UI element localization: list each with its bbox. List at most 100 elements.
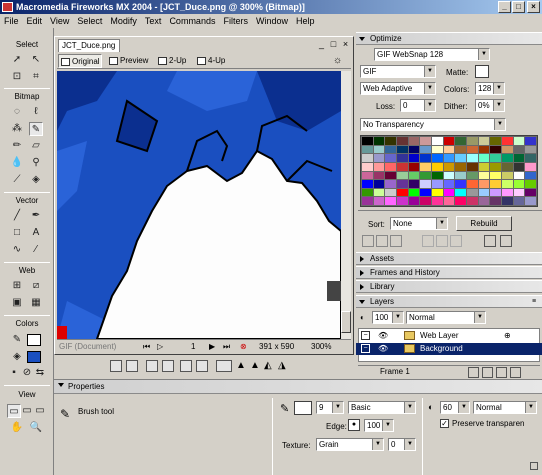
palette-swatch[interactable] [443, 188, 455, 197]
zoom-icon[interactable]: 🔍 [29, 421, 43, 435]
close-button[interactable]: × [527, 1, 540, 13]
rectangle-icon[interactable]: □ [10, 226, 24, 240]
zoom-level[interactable]: 300% [311, 340, 331, 353]
palette-swatch[interactable] [385, 188, 396, 197]
palette-swatch[interactable] [420, 171, 431, 180]
add-mask-icon[interactable] [496, 367, 507, 378]
palette-swatch[interactable] [455, 145, 466, 154]
palette-swatch[interactable] [490, 188, 501, 197]
palette-swatch[interactable] [362, 188, 373, 197]
palette-swatch[interactable] [467, 145, 478, 154]
palette-swatch[interactable] [362, 171, 373, 180]
swap-colors-icon[interactable]: ⇆ [33, 366, 47, 380]
blend-mode-select[interactable]: Normal ▼ [473, 401, 537, 414]
stop-icon[interactable]: ⊗ [240, 340, 247, 353]
select-transparent-icon[interactable] [500, 235, 512, 247]
palette-swatch[interactable] [490, 171, 501, 180]
palette-swatch[interactable] [513, 197, 525, 205]
stroke-size-input[interactable]: 9 ▼ [316, 401, 344, 414]
palette-swatch[interactable] [432, 145, 443, 154]
first-frame-icon[interactable]: ⏮ [143, 340, 150, 353]
optimize-preset-select[interactable]: GIF WebSnap 128 ▼ [374, 48, 490, 61]
standard-screen-icon[interactable]: ▭ [7, 404, 21, 418]
no-color-icon[interactable]: ⊘ [20, 366, 34, 380]
palette-swatch[interactable] [432, 197, 443, 205]
palette-swatch[interactable] [443, 171, 455, 180]
palette-swatch[interactable] [432, 171, 443, 180]
hand-icon[interactable]: ✋ [10, 421, 24, 435]
palette-swatch[interactable] [408, 197, 420, 205]
text-tool-icon[interactable]: A [29, 226, 43, 240]
palette-swatch[interactable] [397, 154, 408, 162]
menu-commands[interactable]: Commands [165, 14, 219, 28]
ungroup-icon[interactable] [126, 360, 138, 372]
bring-front-icon[interactable] [180, 360, 192, 372]
palette-swatch[interactable] [362, 145, 373, 154]
stroke-color-swatch[interactable] [27, 334, 41, 346]
palette-swatch[interactable] [502, 171, 513, 180]
palette-swatch[interactable] [455, 197, 466, 205]
hide-slices-icon[interactable]: ▣ [10, 296, 24, 310]
transparent-icon[interactable] [376, 235, 388, 247]
palette-swatch[interactable] [478, 188, 490, 197]
rotate-ccw-icon[interactable]: ▲ [236, 360, 248, 372]
palette-swatch[interactable] [513, 162, 525, 171]
flip-vertical-icon[interactable]: ◮ [278, 360, 290, 372]
full-screen-icon[interactable]: ▭ [33, 404, 47, 418]
palette-swatch[interactable] [502, 162, 513, 171]
palette-swatch[interactable] [362, 154, 373, 162]
palette-swatch[interactable] [467, 154, 478, 162]
palette-swatch[interactable] [525, 180, 536, 188]
palette-swatch[interactable] [397, 188, 408, 197]
blur-icon[interactable]: 💧 [10, 156, 24, 170]
palette-swatch[interactable] [408, 162, 420, 171]
menu-modify[interactable]: Modify [106, 14, 141, 28]
palette-swatch[interactable] [373, 162, 385, 171]
dither-input[interactable]: 0% ▼ [475, 99, 505, 112]
layers-panel-header[interactable]: Layers [356, 295, 542, 308]
paint-bucket-icon[interactable]: ◈ [29, 173, 43, 187]
palette-swatch[interactable] [467, 188, 478, 197]
magic-wand-icon[interactable]: ⁂ [10, 122, 24, 136]
layer-opacity-input[interactable]: 100 ▼ [372, 311, 404, 324]
palette-swatch[interactable] [443, 145, 455, 154]
palette-swatch[interactable] [420, 145, 431, 154]
palette-swatch[interactable] [455, 171, 466, 180]
collapse-arrow-icon[interactable] [58, 383, 64, 390]
palette-swatch[interactable] [432, 180, 443, 188]
palette-swatch[interactable] [397, 197, 408, 205]
palette-swatch[interactable] [385, 137, 396, 145]
texture-amount-input[interactable]: 0 ▼ [388, 438, 416, 451]
new-layer-icon[interactable] [468, 367, 479, 378]
palette-swatch[interactable] [467, 171, 478, 180]
eyedropper-icon[interactable] [484, 235, 496, 247]
brush-icon[interactable]: ✎ [29, 122, 43, 136]
palette-swatch[interactable] [525, 162, 536, 171]
vertical-scrollbar[interactable] [341, 71, 351, 339]
palette-swatch[interactable] [467, 180, 478, 188]
palette-swatch[interactable] [455, 188, 466, 197]
layer-row-background[interactable]: − 👁 Background [356, 343, 542, 355]
menu-filters[interactable]: Filters [219, 14, 252, 28]
slice-icon[interactable]: ⧄ [29, 279, 43, 293]
palette-swatch[interactable] [385, 180, 396, 188]
palette-swatch[interactable] [478, 154, 490, 162]
palette-swatch[interactable] [362, 197, 373, 205]
matte-color-swatch[interactable] [475, 65, 489, 78]
show-slices-icon[interactable]: ▦ [29, 296, 43, 310]
menu-help[interactable]: Help [292, 14, 319, 28]
scale-icon[interactable]: ⊡ [10, 70, 24, 84]
palette-swatch[interactable] [420, 197, 431, 205]
palette-swatch[interactable] [478, 171, 490, 180]
default-colors-icon[interactable]: ▪ [7, 366, 21, 380]
palette-swatch[interactable] [397, 137, 408, 145]
snap-color-icon[interactable] [422, 235, 434, 247]
maximize-button[interactable]: □ [512, 1, 525, 13]
palette-swatch[interactable] [408, 188, 420, 197]
palette-swatch[interactable] [490, 154, 501, 162]
palette-swatch[interactable] [478, 145, 490, 154]
frames-history-panel-header[interactable]: Frames and History [356, 266, 542, 279]
palette-swatch[interactable] [502, 137, 513, 145]
eyedropper-icon[interactable]: ⟋ [10, 173, 24, 187]
edge-input[interactable]: 100 ▼ [364, 419, 394, 432]
